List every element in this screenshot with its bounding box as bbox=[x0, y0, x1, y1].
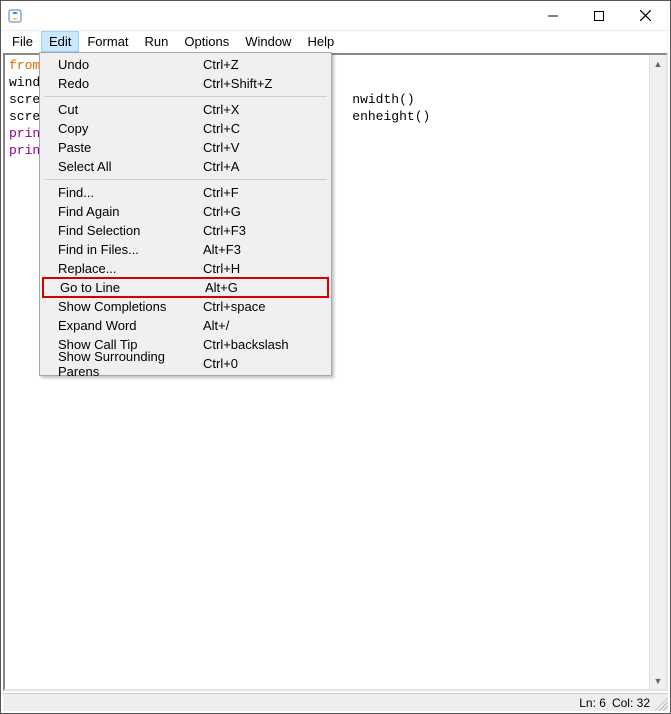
menu-item-label: Replace... bbox=[58, 261, 203, 276]
menu-item-show-completions[interactable]: Show CompletionsCtrl+space bbox=[42, 297, 329, 316]
menubar: FileEditFormatRunOptionsWindowHelp bbox=[1, 31, 670, 52]
menu-item-shortcut: Alt+/ bbox=[203, 318, 321, 333]
menu-item-label: Select All bbox=[58, 159, 203, 174]
col-label: Col: bbox=[612, 696, 633, 710]
menu-item-label: Paste bbox=[58, 140, 203, 155]
menu-item-shortcut: Ctrl+G bbox=[203, 204, 321, 219]
menu-item-find[interactable]: Find...Ctrl+F bbox=[42, 183, 329, 202]
scroll-down-button[interactable]: ▼ bbox=[650, 672, 666, 689]
menu-item-undo[interactable]: UndoCtrl+Z bbox=[42, 55, 329, 74]
menu-item-label: Find in Files... bbox=[58, 242, 203, 257]
menu-item-label: Expand Word bbox=[58, 318, 203, 333]
menu-item-find-selection[interactable]: Find SelectionCtrl+F3 bbox=[42, 221, 329, 240]
menu-item-copy[interactable]: CopyCtrl+C bbox=[42, 119, 329, 138]
menu-run[interactable]: Run bbox=[137, 31, 177, 52]
menu-item-expand-word[interactable]: Expand WordAlt+/ bbox=[42, 316, 329, 335]
menu-item-label: Undo bbox=[58, 57, 203, 72]
ln-label: Ln: bbox=[579, 696, 596, 710]
menu-item-select-all[interactable]: Select AllCtrl+A bbox=[42, 157, 329, 176]
menu-window[interactable]: Window bbox=[237, 31, 299, 52]
menu-edit[interactable]: Edit bbox=[41, 31, 79, 52]
edit-menu-dropdown: UndoCtrl+ZRedoCtrl+Shift+ZCutCtrl+XCopyC… bbox=[39, 52, 332, 376]
menu-item-shortcut: Alt+F3 bbox=[203, 242, 321, 257]
menu-item-show-surrounding-parens[interactable]: Show Surrounding ParensCtrl+0 bbox=[42, 354, 329, 373]
menu-item-shortcut: Ctrl+X bbox=[203, 102, 321, 117]
menu-item-replace[interactable]: Replace...Ctrl+H bbox=[42, 259, 329, 278]
menu-item-shortcut: Ctrl+A bbox=[203, 159, 321, 174]
close-button[interactable] bbox=[622, 1, 668, 31]
menu-item-find-in-files[interactable]: Find in Files...Alt+F3 bbox=[42, 240, 329, 259]
menu-separator bbox=[44, 96, 327, 97]
menu-item-label: Show Surrounding Parens bbox=[58, 349, 203, 379]
col-value: 32 bbox=[637, 696, 650, 710]
vertical-scrollbar[interactable]: ▲ ▼ bbox=[649, 55, 666, 689]
menu-item-go-to-line[interactable]: Go to LineAlt+G bbox=[42, 277, 329, 298]
menu-item-paste[interactable]: PasteCtrl+V bbox=[42, 138, 329, 157]
app-icon bbox=[7, 8, 23, 24]
menu-item-redo[interactable]: RedoCtrl+Shift+Z bbox=[42, 74, 329, 93]
status-line: Ln: 6 bbox=[579, 696, 606, 710]
menu-item-shortcut: Ctrl+backslash bbox=[203, 337, 321, 352]
menu-item-label: Redo bbox=[58, 76, 203, 91]
menu-item-shortcut: Ctrl+H bbox=[203, 261, 321, 276]
menu-item-label: Find... bbox=[58, 185, 203, 200]
maximize-button[interactable] bbox=[576, 1, 622, 31]
menu-item-label: Cut bbox=[58, 102, 203, 117]
menu-item-shortcut: Ctrl+F3 bbox=[203, 223, 321, 238]
menu-item-shortcut: Ctrl+C bbox=[203, 121, 321, 136]
menu-item-shortcut: Ctrl+Shift+Z bbox=[203, 76, 321, 91]
menu-format[interactable]: Format bbox=[79, 31, 136, 52]
menu-item-shortcut: Ctrl+V bbox=[203, 140, 321, 155]
menu-item-shortcut: Ctrl+space bbox=[203, 299, 321, 314]
resize-grip[interactable] bbox=[654, 697, 668, 711]
ln-value: 6 bbox=[599, 696, 606, 710]
menu-item-label: Show Completions bbox=[58, 299, 203, 314]
menu-item-shortcut: Ctrl+0 bbox=[203, 356, 321, 371]
scroll-up-button[interactable]: ▲ bbox=[650, 55, 666, 72]
menu-item-find-again[interactable]: Find AgainCtrl+G bbox=[42, 202, 329, 221]
menu-separator bbox=[44, 179, 327, 180]
menu-help[interactable]: Help bbox=[299, 31, 342, 52]
statusbar: Ln: 6 Col: 32 bbox=[3, 693, 668, 711]
scroll-track[interactable] bbox=[650, 72, 666, 672]
menu-item-label: Find Again bbox=[58, 204, 203, 219]
minimize-button[interactable] bbox=[530, 1, 576, 31]
menu-item-cut[interactable]: CutCtrl+X bbox=[42, 100, 329, 119]
menu-item-shortcut: Ctrl+F bbox=[203, 185, 321, 200]
menu-item-label: Copy bbox=[58, 121, 203, 136]
menu-item-shortcut: Alt+G bbox=[205, 280, 319, 295]
titlebar bbox=[1, 1, 670, 31]
menu-options[interactable]: Options bbox=[176, 31, 237, 52]
menu-file[interactable]: File bbox=[4, 31, 41, 52]
menu-item-label: Go to Line bbox=[60, 280, 205, 295]
status-col: Col: 32 bbox=[612, 696, 650, 710]
menu-item-label: Find Selection bbox=[58, 223, 203, 238]
menu-item-shortcut: Ctrl+Z bbox=[203, 57, 321, 72]
